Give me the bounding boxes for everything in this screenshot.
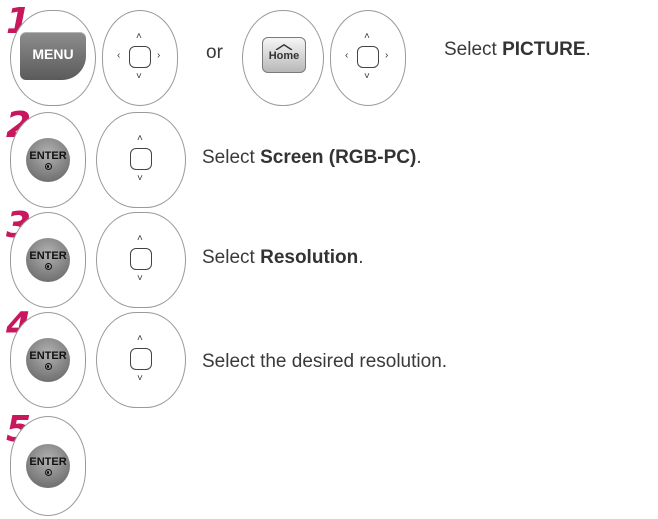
- down-arrow-icon: ˅: [137, 273, 143, 284]
- up-arrow-icon: ˄: [136, 31, 142, 42]
- enter-key-label: ENTER: [29, 456, 67, 468]
- step-1: 1 MENU ˄ ˅ ‹ › or Home ˄ ˅ ‹ › Select PI…: [0, 0, 658, 106]
- step-3: 3 ENTER ˄ ˅ Select Resolution.: [0, 208, 658, 308]
- enter-key-label: ENTER: [29, 150, 67, 162]
- home-key-label: Home: [268, 50, 300, 62]
- right-arrow-icon: ›: [385, 50, 389, 61]
- navigation-pad-icon[interactable]: ˄ ˅: [96, 212, 186, 308]
- menu-key-label: MENU: [32, 46, 74, 62]
- enter-key-label: ENTER: [29, 350, 67, 362]
- up-arrow-icon: ˄: [137, 333, 143, 344]
- step-3-instruction: Select Resolution.: [202, 247, 364, 268]
- left-arrow-icon: ‹: [345, 50, 349, 61]
- left-arrow-icon: ‹: [117, 50, 121, 61]
- navigation-pad-icon[interactable]: ˄ ˅ ‹ ›: [330, 10, 406, 106]
- enter-key-icon[interactable]: ENTER: [26, 138, 70, 182]
- step-5: 5 ENTER: [0, 412, 658, 516]
- menu-key-icon[interactable]: MENU: [20, 32, 86, 80]
- down-arrow-icon: ˅: [137, 173, 143, 184]
- up-arrow-icon: ˄: [364, 31, 370, 42]
- step-4-instruction: Select the desired resolution.: [202, 351, 448, 372]
- up-arrow-icon: ˄: [137, 233, 143, 244]
- or-connector: or: [206, 42, 223, 63]
- enter-key-icon[interactable]: ENTER: [26, 338, 70, 382]
- up-arrow-icon: ˄: [137, 133, 143, 144]
- enter-key-icon[interactable]: ENTER: [26, 444, 70, 488]
- home-key-icon[interactable]: Home: [262, 37, 306, 73]
- down-arrow-icon: ˅: [136, 71, 142, 82]
- navigation-pad-icon[interactable]: ˄ ˅: [96, 112, 186, 208]
- step-2: 2 ENTER ˄ ˅ Select Screen (RGB-PC).: [0, 104, 658, 208]
- navigation-pad-icon[interactable]: ˄ ˅: [96, 312, 186, 408]
- right-arrow-icon: ›: [157, 50, 161, 61]
- navigation-pad-icon[interactable]: ˄ ˅ ‹ ›: [102, 10, 178, 106]
- step-4: 4 ENTER ˄ ˅ Select the desired resolutio…: [0, 308, 658, 408]
- step-1-instruction: Select PICTURE.: [444, 39, 591, 60]
- down-arrow-icon: ˅: [137, 373, 143, 384]
- enter-key-icon[interactable]: ENTER: [26, 238, 70, 282]
- down-arrow-icon: ˅: [364, 71, 370, 82]
- enter-key-label: ENTER: [29, 250, 67, 262]
- step-2-instruction: Select Screen (RGB-PC).: [202, 147, 422, 168]
